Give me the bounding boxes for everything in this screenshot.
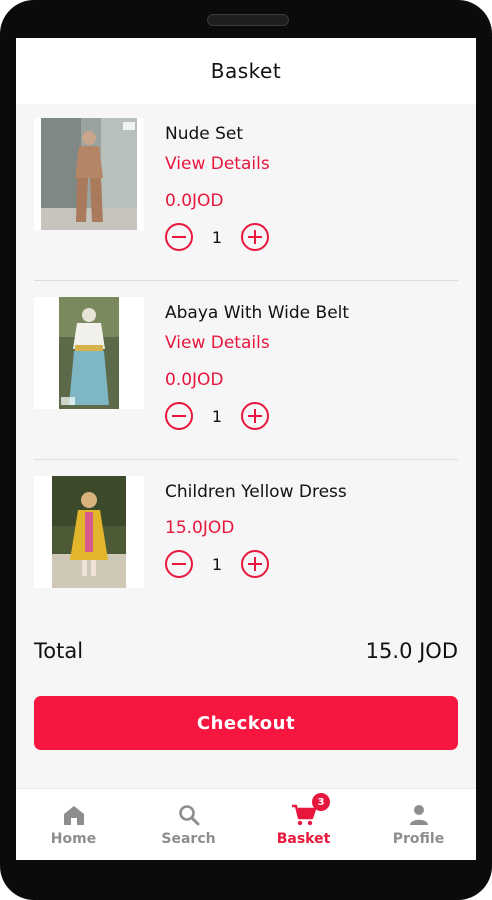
decrease-quantity-button[interactable] xyxy=(165,223,193,251)
total-label: Total xyxy=(34,639,84,663)
profile-icon xyxy=(410,805,428,825)
product-image[interactable] xyxy=(34,476,144,588)
product-image[interactable] xyxy=(34,118,144,230)
search-icon xyxy=(179,805,200,826)
cart-count-badge: 3 xyxy=(312,793,330,811)
total-row: Total 15.0 JOD xyxy=(34,636,458,666)
bottom-tab-bar: Home Search 3 Basket Profile xyxy=(16,788,476,860)
quantity-stepper: 1 xyxy=(165,548,269,580)
plus-icon-vertical xyxy=(254,409,256,423)
speaker-grille xyxy=(207,14,289,26)
phone-frame: Basket Nude Set View Details 0.0JOD 1 Ab… xyxy=(0,0,492,900)
item-name: Abaya With Wide Belt xyxy=(165,303,350,323)
tab-label: Basket xyxy=(276,831,331,847)
tab-label: Search xyxy=(161,831,216,847)
increase-quantity-button[interactable] xyxy=(241,402,269,430)
tab-home[interactable]: Home xyxy=(16,789,131,860)
page-title: Basket xyxy=(210,59,282,83)
app-screen: Basket Nude Set View Details 0.0JOD 1 Ab… xyxy=(16,38,476,860)
increase-quantity-button[interactable] xyxy=(241,223,269,251)
home-icon xyxy=(64,806,84,825)
quantity-value: 1 xyxy=(211,406,223,426)
basket-item-abaya: Abaya With Wide Belt View Details 0.0JOD… xyxy=(34,297,458,475)
item-name: Nude Set xyxy=(165,124,244,144)
tab-label: Home xyxy=(50,831,97,847)
decrease-quantity-button[interactable] xyxy=(165,402,193,430)
minus-icon xyxy=(172,563,186,565)
quantity-stepper: 1 xyxy=(165,400,269,432)
app-header: Basket xyxy=(16,38,476,104)
item-divider xyxy=(34,459,458,460)
basket-item-nude-set: Nude Set View Details 0.0JOD 1 xyxy=(34,118,458,296)
tab-profile[interactable]: Profile xyxy=(361,789,476,860)
item-divider xyxy=(34,280,458,281)
quantity-stepper: 1 xyxy=(165,221,269,253)
view-details-link[interactable]: View Details xyxy=(165,333,270,353)
item-price: 15.0JOD xyxy=(165,518,235,538)
checkout-button[interactable]: Checkout xyxy=(34,696,458,750)
increase-quantity-button[interactable] xyxy=(241,550,269,578)
basket-item-yellow-dress: Children Yellow Dress 15.0JOD 1 xyxy=(34,476,458,654)
tab-search[interactable]: Search xyxy=(131,789,246,860)
minus-icon xyxy=(172,415,186,417)
plus-icon-vertical xyxy=(254,230,256,244)
quantity-value: 1 xyxy=(211,554,223,574)
view-details-link[interactable]: View Details xyxy=(165,154,270,174)
item-name: Children Yellow Dress xyxy=(165,482,347,502)
plus-icon-vertical xyxy=(254,557,256,571)
tab-label: Profile xyxy=(392,831,445,847)
quantity-value: 1 xyxy=(211,227,223,247)
total-value: 15.0 JOD xyxy=(365,639,458,663)
decrease-quantity-button[interactable] xyxy=(165,550,193,578)
item-price: 0.0JOD xyxy=(165,191,224,211)
product-image[interactable] xyxy=(34,297,144,409)
item-price: 0.0JOD xyxy=(165,370,224,390)
minus-icon xyxy=(172,236,186,238)
tab-basket[interactable]: 3 Basket xyxy=(246,789,361,860)
